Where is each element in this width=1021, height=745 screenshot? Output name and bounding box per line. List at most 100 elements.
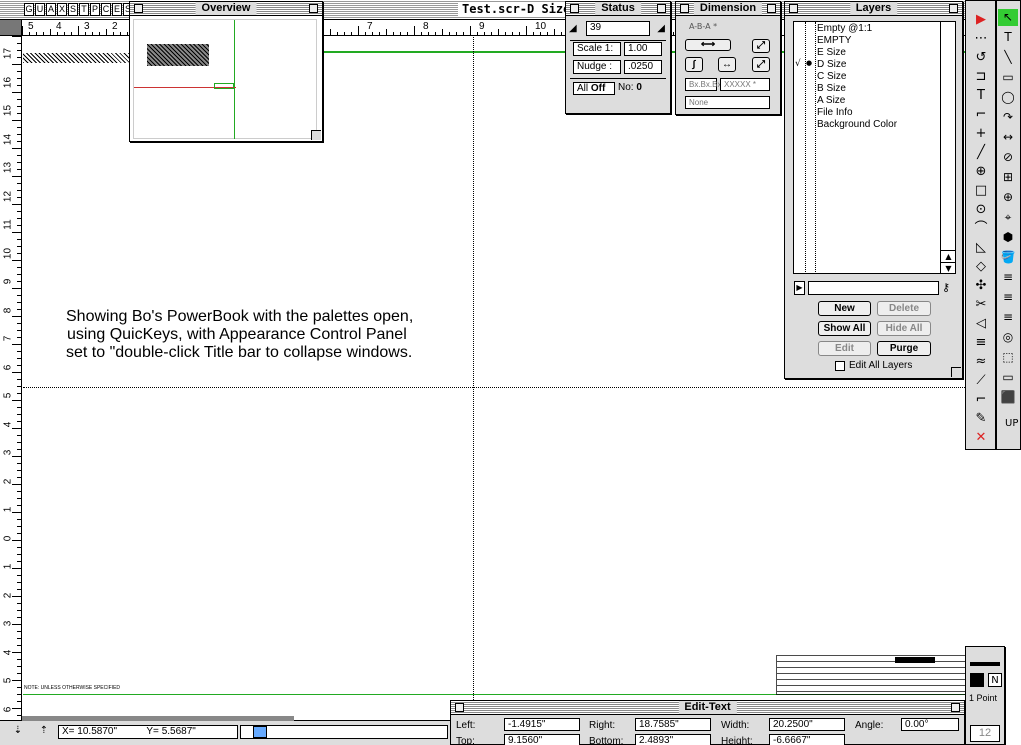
dimension-text-field[interactable]: None xyxy=(685,96,770,109)
drawing-tool-icon[interactable]: □ xyxy=(971,182,991,199)
close-box-icon[interactable] xyxy=(134,4,143,13)
close-box-icon[interactable] xyxy=(789,4,798,13)
dimension-horizontal-button[interactable]: ⟷ xyxy=(685,39,731,51)
drawing-tool-icon[interactable]: ⌒ xyxy=(971,220,991,237)
resize-grip-icon[interactable] xyxy=(311,130,321,140)
close-box-icon[interactable] xyxy=(570,4,579,13)
drawing-tool-icon[interactable]: ✕ xyxy=(971,429,991,446)
drawing-tool-icon[interactable]: ◯ xyxy=(998,89,1018,106)
drawing-tool-icon[interactable]: ◎ xyxy=(998,329,1018,346)
drawing-tool-icon[interactable]: ↷ xyxy=(998,109,1018,126)
collapse-box-icon[interactable] xyxy=(951,703,960,712)
layer-item[interactable]: Background Color xyxy=(794,119,939,131)
drawing-tool-icon[interactable]: ⋯ xyxy=(971,30,991,47)
pen-size-field[interactable]: 12 xyxy=(970,725,1000,742)
layer-item[interactable]: E Size xyxy=(794,47,939,59)
drawing-tool-icon[interactable]: ╲ xyxy=(998,49,1018,66)
mode-button[interactable]: C xyxy=(101,3,111,16)
overview-palette[interactable]: Overview xyxy=(129,1,323,142)
drawing-tool-icon[interactable]: ✎ xyxy=(971,410,991,427)
pen-palette[interactable]: N 1 Point 12 xyxy=(965,646,1005,745)
drawing-tool-icon[interactable]: ▭ xyxy=(998,69,1018,86)
tool-palette-right[interactable]: UP ↖ T ╲ ▭ ◯ ↷ ↔ ⊘ ⊞ ⊕ ⌖ ⬢ 🪣 ≡ ≡ ≡ ◎ ⬚ ▭ ⬛ xyxy=(996,0,1021,450)
show-all-button[interactable]: Show All xyxy=(818,321,871,336)
purge-button[interactable]: Purge xyxy=(877,341,931,356)
mode-button[interactable]: S xyxy=(68,3,78,16)
right-field[interactable]: 18.7585" xyxy=(635,718,711,731)
scale-field[interactable]: 1.00 xyxy=(624,42,662,56)
layer-number-field[interactable]: ◢ 39 ◢ xyxy=(569,21,665,36)
status-titlebar[interactable]: Status xyxy=(566,2,670,16)
pen-pattern-n[interactable]: N xyxy=(988,673,1002,687)
collapse-box-icon[interactable] xyxy=(657,4,666,13)
collapse-box-icon[interactable] xyxy=(309,4,318,13)
status-palette[interactable]: Status ◢ 39 ◢ Scale 1: 1.00 Nudge : .025… xyxy=(565,1,671,114)
resize-grip-icon[interactable] xyxy=(951,367,961,377)
mode-button[interactable]: T xyxy=(79,3,89,16)
scroll-up-arrow-icon[interactable]: ⇡ xyxy=(34,725,54,739)
close-box-icon[interactable] xyxy=(680,4,689,13)
layer-active-bullet[interactable]: ● xyxy=(806,59,812,67)
tool-palette-left[interactable]: ▶ ⋯ ↺ ⊐ T ⌐ + ╱ ⊕ □ ⊙ ⌒ ◺ ◇ ✣ ✂ ◁ ≡ ≈ ⟋ ⌐ ✎ ✕ xyxy=(965,0,996,450)
overview-view[interactable] xyxy=(133,19,317,139)
drawing-tool-icon[interactable]: ⊕ xyxy=(998,189,1018,206)
left-field[interactable]: -1.4915" xyxy=(504,718,580,731)
layer-item[interactable]: Empty @1:1 xyxy=(794,23,939,35)
layer-item[interactable]: √ ● D Size xyxy=(794,59,939,71)
dimension-palette[interactable]: Dimension A-B-A * ⟷ ⤢ ∫ ↔ ⤢ Bx.Bx.Bx XXX… xyxy=(675,1,781,115)
drawing-tool-icon[interactable]: ⊞ xyxy=(998,169,1018,186)
scrollbar-down-arrow-icon[interactable]: ▲ xyxy=(941,250,956,262)
all-off-toggle[interactable]: All Off xyxy=(573,82,615,95)
delete-layer-button[interactable]: Delete xyxy=(877,301,931,316)
layers-palette[interactable]: Layers ▲ ▼ Empty @1:1 EMPTY E Size √ ● D Size… xyxy=(784,1,963,379)
top-field[interactable]: 9.1560" xyxy=(504,734,580,745)
mode-button[interactable]: A xyxy=(46,3,56,16)
horizontal-scrollbar[interactable] xyxy=(240,725,448,739)
drawing-tool-icon[interactable]: ↺ xyxy=(971,49,991,66)
mode-button[interactable]: G xyxy=(24,3,34,16)
angle-field[interactable]: 0.00° xyxy=(901,718,959,731)
drawing-tool-icon[interactable]: ▶ xyxy=(971,11,991,28)
bottom-field[interactable]: 2.4893" xyxy=(635,734,711,745)
drawing-tool-icon[interactable]: ≡ xyxy=(998,309,1018,326)
layer-item[interactable]: C Size xyxy=(794,71,939,83)
dimension-format-field[interactable]: Bx.Bx.Bx xyxy=(685,78,721,91)
drawing-tool-icon[interactable]: ⊘ xyxy=(998,149,1018,166)
edit-all-layers-checkbox[interactable] xyxy=(835,361,845,371)
overview-titlebar[interactable]: Overview xyxy=(130,2,322,16)
edit-layer-button[interactable]: Edit xyxy=(818,341,871,356)
layers-titlebar[interactable]: Layers xyxy=(785,2,962,16)
mode-button[interactable]: X xyxy=(57,3,67,16)
drawing-tool-icon[interactable]: ↔ xyxy=(998,129,1018,146)
drawing-tool-icon[interactable]: ◺ xyxy=(971,239,991,256)
scrollbar-up-arrow-icon[interactable]: ▼ xyxy=(941,262,956,274)
drawing-tool-icon[interactable]: ╱ xyxy=(971,144,991,161)
collapse-box-icon[interactable] xyxy=(767,4,776,13)
layer-name-input[interactable] xyxy=(808,281,939,295)
drawing-tool-icon[interactable]: ▭ xyxy=(998,369,1018,386)
drawing-tool-icon[interactable]: ↖ xyxy=(998,9,1018,26)
drawing-tool-icon[interactable]: ⬚ xyxy=(998,349,1018,366)
width-field[interactable]: 20.2500" xyxy=(769,718,845,731)
new-layer-button[interactable]: New xyxy=(818,301,871,316)
scroll-left-arrow-icon[interactable]: ⇣ xyxy=(8,725,28,739)
hide-all-button[interactable]: Hide All xyxy=(877,321,931,336)
drawing-tool-icon[interactable]: ≡ xyxy=(971,334,991,351)
ruler-vertical[interactable]: 17 16 15 14 13 12 11 10 9 8 7 6 5 4 3 2 1 0 1 2 3 4 5 6 xyxy=(0,20,22,720)
collapse-box-icon[interactable] xyxy=(949,4,958,13)
dimension-linear-button[interactable]: ↔ xyxy=(718,57,736,72)
drawing-tool-icon[interactable]: ≈ xyxy=(971,353,991,370)
mode-button[interactable]: U xyxy=(35,3,45,16)
drawing-tool-icon[interactable]: ✣ xyxy=(971,277,991,294)
drawing-tool-icon[interactable]: ⬢ xyxy=(998,229,1018,246)
drawing-tool-icon[interactable]: ≡ xyxy=(998,289,1018,306)
drawing-tool-icon[interactable]: 🪣 xyxy=(998,249,1018,266)
layer-item[interactable]: A Size xyxy=(794,95,939,107)
dimension-tolerance-field[interactable]: XXXXX * xyxy=(720,78,770,91)
drawing-tool-icon[interactable]: ⊙ xyxy=(971,201,991,218)
layer-play-icon[interactable]: ▶ xyxy=(794,281,805,295)
drawing-tool-icon[interactable]: ◇ xyxy=(971,258,991,275)
drawing-tool-icon[interactable]: ≡ xyxy=(998,269,1018,286)
drawing-tool-icon[interactable]: ⬛ xyxy=(998,389,1018,406)
layer-item[interactable]: EMPTY xyxy=(794,35,939,47)
